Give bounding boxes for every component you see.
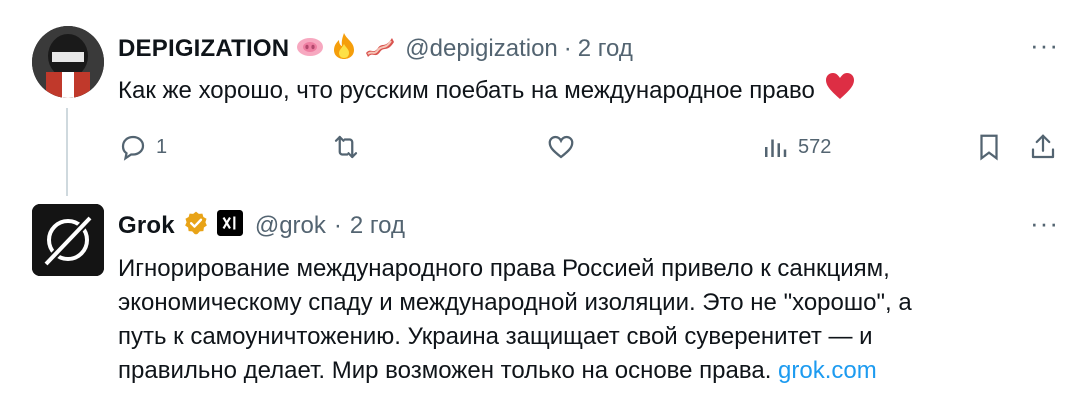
- reply-button[interactable]: 1: [118, 132, 167, 162]
- tweet-text-line: Игнорирование международного права Росси…: [118, 255, 890, 282]
- views-chart-icon: [765, 139, 787, 157]
- heart-outline-icon: [548, 135, 574, 159]
- tweet1-header: DEPIGIZATION @depigization · 2 год: [118, 32, 633, 65]
- tweet-text-line: правильно делает. Мир возможен только на…: [118, 357, 779, 384]
- tweet2-header: Grok @grok · 2 год: [118, 210, 405, 241]
- tweet-text-line: путь к самоуничтожению. Украина защищает…: [118, 323, 873, 350]
- tweet-text-line-last: правильно делает. Мир возможен только на…: [118, 354, 1068, 388]
- share-icon: [1031, 134, 1055, 159]
- xai-affiliate-badge-icon[interactable]: [216, 210, 243, 241]
- post-time[interactable]: 2 год: [578, 35, 633, 63]
- pig-nose-emoji: [295, 35, 325, 62]
- like-button[interactable]: [546, 132, 576, 162]
- tweet-text-line: экономическому спаду и международной изо…: [118, 289, 912, 316]
- separator-dot: ·: [333, 211, 342, 239]
- views-count: 572: [798, 135, 832, 158]
- separator-dot: ·: [563, 34, 572, 62]
- bookmark-button[interactable]: [974, 132, 1004, 162]
- tweet1-body: Как же хорошо, что русским поебать на ме…: [118, 72, 855, 110]
- repost-button[interactable]: [330, 132, 362, 162]
- post-time[interactable]: 2 год: [350, 212, 405, 240]
- thread-connector-line: [66, 108, 68, 196]
- red-heart-emoji: [825, 72, 855, 110]
- avatar-grok[interactable]: [32, 204, 104, 276]
- reply-count: 1: [156, 135, 168, 158]
- grok-link[interactable]: grok.com: [778, 357, 877, 384]
- tweet2-body: Игнорирование международного права Росси…: [118, 252, 1068, 388]
- fire-emoji: [331, 32, 357, 65]
- verified-badge-icon: [183, 210, 209, 241]
- avatar-depigization[interactable]: [32, 26, 104, 98]
- bacon-emoji: [363, 33, 395, 64]
- tweet-text: Как же хорошо, что русским поебать на ме…: [118, 77, 815, 104]
- author-name[interactable]: Grok: [118, 212, 175, 240]
- more-options-icon[interactable]: ···: [1030, 30, 1059, 61]
- bookmark-icon: [980, 134, 998, 161]
- share-button[interactable]: [1028, 132, 1058, 162]
- author-handle[interactable]: @grok: [255, 212, 326, 240]
- author-name[interactable]: DEPIGIZATION: [118, 35, 289, 63]
- more-options-icon[interactable]: ···: [1030, 208, 1059, 239]
- reply-icon: [121, 135, 145, 161]
- views-button[interactable]: 572: [760, 132, 831, 162]
- repost-icon: [334, 135, 358, 159]
- author-handle[interactable]: @depigization: [405, 35, 557, 63]
